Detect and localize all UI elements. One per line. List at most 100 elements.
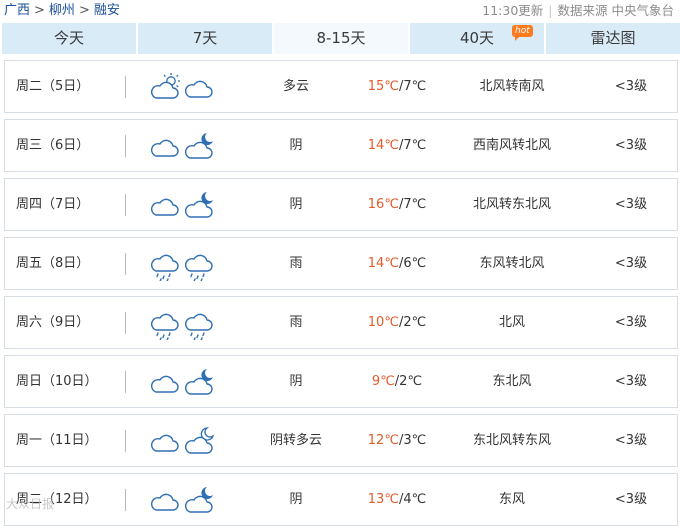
- wind-direction: 东北风转东风: [472, 433, 551, 448]
- wind-direction: 西南风转北风: [472, 138, 551, 153]
- forecast-row: 周日（10日） 阴 9℃/2℃ 东北风 <3级: [4, 355, 678, 408]
- tab-label: 8-15天: [316, 29, 366, 47]
- top-bar: 广西 > 柳州 > 融安 11:30更新 | 数据来源 中央气象台: [0, 0, 680, 22]
- weather-description: 阴: [289, 197, 303, 212]
- row-divider: [125, 194, 126, 216]
- low-temperature: /7℃: [398, 79, 427, 94]
- temperature: 13℃/4℃: [361, 474, 433, 525]
- low-temperature: /6℃: [398, 256, 427, 271]
- tab-7-days[interactable]: 7天: [138, 23, 272, 54]
- row-divider: [125, 430, 126, 452]
- row-divider: [125, 489, 126, 511]
- rain-icon: [185, 254, 213, 281]
- row-divider: [125, 253, 126, 275]
- wind-level: <3级: [614, 256, 648, 271]
- high-temperature: 12℃: [367, 433, 399, 448]
- forecast-date: 周六（9日）: [16, 315, 90, 330]
- partly-cloudy-moon-icon: [185, 427, 215, 454]
- cloud-moon-icon: [185, 192, 213, 218]
- tab-label: 7天: [192, 29, 218, 47]
- weather-icons: [151, 72, 221, 102]
- weather-icons: [151, 426, 221, 456]
- breadcrumb-separator: >: [78, 3, 90, 18]
- wind-level: <3级: [614, 374, 648, 389]
- wind-level: <3级: [614, 138, 648, 153]
- low-temperature: /4℃: [398, 492, 427, 507]
- row-divider: [125, 371, 126, 393]
- weather-icons: [151, 308, 221, 340]
- hot-badge: hot: [512, 25, 533, 41]
- wind-direction: 北风转南风: [479, 79, 545, 94]
- forecast-row: 周六（9日） 雨 10℃/2℃ 北风 <3级: [4, 296, 678, 349]
- forecast-row: 周二（12日）阴 13℃/4℃ 东风 <3级: [4, 473, 678, 526]
- high-temperature: 15℃: [367, 79, 399, 94]
- weather-description: 阴: [289, 492, 303, 507]
- weather-icons: [151, 131, 221, 161]
- forecast-row: 周三（6日） 阴 14℃/7℃ 西南风转北风 <3级: [4, 119, 678, 172]
- forecast-row: 周一（11日） 阴转多云 12℃/3℃ 东北风转东风 <3级: [4, 414, 678, 467]
- forecast-date: 周四（7日）: [16, 197, 90, 212]
- wind-level: <3级: [614, 79, 648, 94]
- weather-icons: [151, 485, 221, 515]
- breadcrumb-city[interactable]: 柳州: [49, 3, 75, 18]
- forecast-date: 周一（11日）: [16, 433, 98, 448]
- cloud-icon: [151, 198, 179, 216]
- wind-direction: 北风转东北风: [472, 197, 551, 212]
- partly-cloudy-sun-icon: [151, 73, 180, 99]
- weather-description: 阴: [289, 138, 303, 153]
- wind-direction: 东北风: [492, 374, 532, 389]
- low-temperature: /3℃: [398, 433, 427, 448]
- temperature: 14℃/6℃: [361, 238, 433, 289]
- update-time: 11:30更新: [482, 3, 544, 18]
- tab-label: 40天: [459, 29, 495, 47]
- tab-8-15-days[interactable]: 8-15天: [274, 23, 408, 54]
- weather-description: 雨: [289, 315, 303, 330]
- low-temperature: /2℃: [398, 315, 427, 330]
- weather-icons: [151, 367, 221, 397]
- weather-description: 阴: [289, 374, 303, 389]
- tab-40-days[interactable]: 40天 hot: [410, 23, 544, 54]
- weather-icons: [151, 249, 221, 281]
- forecast-date: 周日（10日）: [16, 374, 98, 389]
- weather-icons: [151, 190, 221, 220]
- update-info: 11:30更新 | 数据来源 中央气象台: [482, 0, 674, 22]
- temperature: 10℃/2℃: [361, 297, 433, 348]
- cloud-icon: [151, 375, 179, 393]
- tab-label: 雷达图: [590, 29, 636, 47]
- breadcrumb-separator: >: [34, 3, 45, 18]
- high-temperature: 9℃: [371, 374, 395, 389]
- data-source: 数据来源 中央气象台: [557, 3, 674, 18]
- breadcrumb-province[interactable]: 广西: [4, 3, 30, 18]
- forecast-list: 周二（5日） 多云 15℃/7℃ 北风转南风 <3级 周三（6日）阴 14℃/7℃ 西南风转北…: [4, 60, 678, 532]
- tab-radar[interactable]: 雷达图: [546, 23, 680, 54]
- rain-icon: [151, 313, 179, 340]
- low-temperature: /7℃: [398, 138, 427, 153]
- breadcrumb: 广西 > 柳州 > 融安: [4, 0, 120, 22]
- rain-icon: [151, 254, 179, 281]
- wind-direction: 东风: [498, 492, 525, 507]
- forecast-row: 周二（5日） 多云 15℃/7℃ 北风转南风 <3级: [4, 60, 678, 113]
- row-divider: [125, 312, 126, 334]
- weather-description: 雨: [289, 256, 303, 271]
- high-temperature: 10℃: [367, 315, 399, 330]
- wind-level: <3级: [614, 492, 648, 507]
- breadcrumb-district[interactable]: 融安: [94, 3, 120, 18]
- forecast-row: 周四（7日） 阴 16℃/7℃ 北风转东北风 <3级: [4, 178, 678, 231]
- forecast-date: 周五（8日）: [16, 256, 90, 271]
- weather-description: 阴转多云: [269, 433, 322, 448]
- cloud-icon: [185, 80, 213, 98]
- wind-direction: 北风: [498, 315, 525, 330]
- wind-level: <3级: [614, 433, 648, 448]
- wind-direction: 东风转北风: [479, 256, 545, 271]
- watermark: 大众日报: [6, 497, 55, 511]
- high-temperature: 14℃: [367, 138, 399, 153]
- cloud-icon: [151, 434, 179, 452]
- forecast-tabs: 今天 7天 8-15天 40天 hot 雷达图: [2, 23, 680, 54]
- row-divider: [125, 76, 126, 98]
- forecast-date: 周二（5日）: [16, 79, 90, 94]
- tab-today[interactable]: 今天: [2, 23, 136, 54]
- high-temperature: 14℃: [367, 256, 399, 271]
- weather-description: 多云: [282, 79, 309, 94]
- temperature: 16℃/7℃: [361, 179, 433, 230]
- wind-level: <3级: [614, 197, 648, 212]
